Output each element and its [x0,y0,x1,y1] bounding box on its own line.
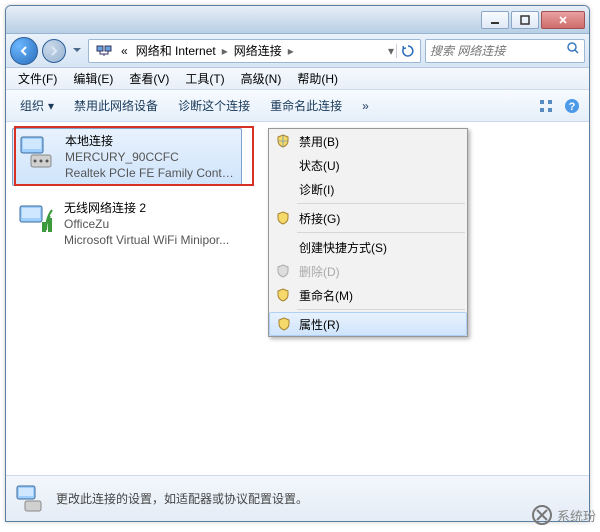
ctx-status[interactable]: 状态(U) [269,153,467,177]
shield-icon [275,263,291,279]
disable-device-button[interactable]: 禁用此网络设备 [64,93,168,118]
ctx-label: 禁用(B) [299,133,339,150]
search-box[interactable] [425,39,585,63]
path-dropdown-icon[interactable]: ▾ [386,44,396,58]
ctx-diagnose[interactable]: 诊断(I) [269,177,467,201]
chevron-right-icon: ▸ [286,44,296,58]
path-segment-1[interactable]: 网络和 Internet [132,42,220,59]
toolbar-more-icon[interactable]: » [352,95,379,117]
maximize-button[interactable] [511,11,539,29]
ctx-label: 属性(R) [299,316,340,333]
ethernet-icon [14,483,46,515]
connection-item-wireless[interactable]: 无线网络连接 2 OfficeZu Microsoft Virtual WiFi… [12,196,242,252]
connection-status: OfficeZu [64,216,238,232]
menu-help[interactable]: 帮助(H) [289,68,346,89]
search-input[interactable] [430,44,566,58]
nav-history-dropdown[interactable] [70,39,84,63]
help-icon-button[interactable]: ? [559,94,585,118]
search-icon [566,41,580,60]
connection-device: Microsoft Virtual WiFi Minipor... [64,232,238,248]
ctx-label: 创建快捷方式(S) [299,239,387,256]
menu-edit[interactable]: 编辑(E) [65,68,121,89]
nav-forward-button[interactable] [42,39,66,63]
separator [297,203,465,204]
ctx-shortcut[interactable]: 创建快捷方式(S) [269,235,467,259]
nav-back-button[interactable] [10,37,38,65]
connection-name: 本地连接 [65,133,237,149]
path-prefix[interactable]: « [117,44,132,58]
svg-text:?: ? [569,101,576,113]
titlebar [6,6,589,34]
diagnose-button[interactable]: 诊断这个连接 [168,93,260,118]
toolbar: 组织▾ 禁用此网络设备 诊断这个连接 重命名此连接 » ? [6,90,589,122]
explorer-window: « 网络和 Internet ▸ 网络连接 ▸ ▾ 文件(F) 编辑(E) 查看… [5,5,590,522]
close-button[interactable] [541,11,585,29]
shield-icon [276,316,292,332]
refresh-button[interactable] [396,44,418,58]
path-segment-2[interactable]: 网络连接 [230,42,286,59]
separator [297,309,465,310]
ethernet-icon [17,133,57,173]
ctx-delete: 删除(D) [269,259,467,283]
statusbar: 更改此连接的设置，如适配器或协议配置设置。 [6,475,589,521]
minimize-button[interactable] [481,11,509,29]
connection-list: 本地连接 MERCURY_90CCFC Realtek PCIe FE Fami… [6,122,589,475]
wifi-icon [16,200,56,240]
ctx-label: 诊断(I) [299,181,334,198]
ctx-disable[interactable]: 禁用(B) [269,129,467,153]
organize-button[interactable]: 组织▾ [10,93,64,118]
menu-tools[interactable]: 工具(T) [177,68,232,89]
shield-icon [275,287,291,303]
chevron-down-icon: ▾ [48,99,54,113]
ctx-rename[interactable]: 重命名(M) [269,283,467,307]
connection-device: Realtek PCIe FE Family Control... [65,165,237,181]
ctx-properties[interactable]: 属性(R) [269,312,467,336]
ctx-label: 桥接(G) [299,210,340,227]
menu-view[interactable]: 查看(V) [121,68,177,89]
menu-advanced[interactable]: 高级(N) [233,68,290,89]
network-icon [95,42,113,60]
status-text: 更改此连接的设置，如适配器或协议配置设置。 [56,490,308,507]
shield-icon [275,210,291,226]
content-area: 本地连接 MERCURY_90CCFC Realtek PCIe FE Fami… [6,122,589,521]
chevron-right-icon: ▸ [220,44,230,58]
menu-file[interactable]: 文件(F) [10,68,65,89]
view-mode-button[interactable] [533,94,559,118]
shield-icon [275,133,291,149]
connection-status: MERCURY_90CCFC [65,149,237,165]
ctx-label: 重命名(M) [299,287,353,304]
ctx-label: 删除(D) [299,263,340,280]
separator [297,232,465,233]
ctx-bridge[interactable]: 桥接(G) [269,206,467,230]
menubar: 文件(F) 编辑(E) 查看(V) 工具(T) 高级(N) 帮助(H) [6,68,589,90]
connection-item-local[interactable]: 本地连接 MERCURY_90CCFC Realtek PCIe FE Fami… [12,128,242,186]
titlebar-controls [481,11,585,29]
rename-button[interactable]: 重命名此连接 [260,93,352,118]
address-bar: « 网络和 Internet ▸ 网络连接 ▸ ▾ [6,34,589,68]
context-menu: 禁用(B) 状态(U) 诊断(I) 桥接(G) 创建快捷方式(S) [268,128,468,337]
connection-name: 无线网络连接 2 [64,200,238,216]
breadcrumb[interactable]: « 网络和 Internet ▸ 网络连接 ▸ ▾ [88,39,421,63]
ctx-label: 状态(U) [299,157,340,174]
